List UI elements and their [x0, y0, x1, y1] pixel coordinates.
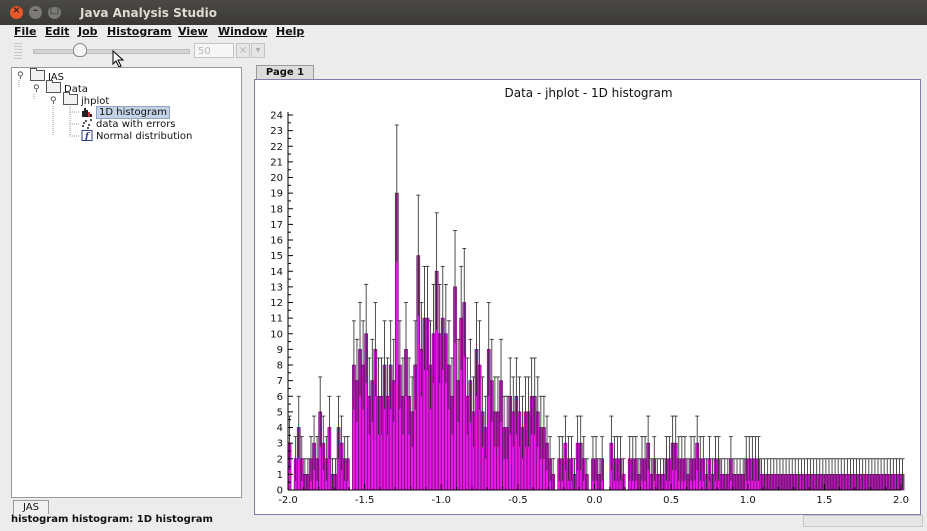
- y-tick-label: 14: [270, 267, 283, 278]
- x-tick-label: 0.5: [663, 495, 679, 506]
- y-tick-label: 6: [277, 392, 283, 403]
- y-tick-label: 18: [270, 204, 283, 215]
- close-window-button[interactable]: ×: [10, 5, 23, 19]
- tree-node-1d-histogram[interactable]: 1D histogram: [81, 106, 170, 119]
- tree-node-normal-distribution[interactable]: f Normal distribution: [81, 130, 192, 142]
- x-tick-label: 2.0: [893, 495, 909, 506]
- y-tick-label: 7: [277, 376, 283, 387]
- plot-frame: Data - jhplot - 1D histogram 01234567891…: [254, 79, 921, 515]
- y-tick-label: 16: [270, 236, 283, 247]
- expand-jas-icon[interactable]: ⚲: [17, 71, 24, 81]
- horizontal-scrollbar[interactable]: [803, 515, 923, 527]
- y-tick-label: 5: [277, 407, 283, 418]
- title-bar: × – □ Java Analysis Studio: [0, 0, 927, 25]
- window-title: Java Analysis Studio: [80, 6, 217, 20]
- histogram-icon: [82, 108, 92, 117]
- y-tick-label: 23: [270, 126, 283, 137]
- toolbar: 50 × ▾: [0, 41, 927, 63]
- y-tick-label: 15: [270, 251, 283, 262]
- y-tick-label: 8: [277, 361, 283, 372]
- x-tick-label: 1.0: [740, 495, 756, 506]
- folder-icon: [46, 80, 61, 93]
- x-tick-label: -0.5: [508, 495, 528, 506]
- menu-view[interactable]: View: [178, 25, 208, 38]
- x-tick-label: 1.5: [816, 495, 832, 506]
- y-tick-label: 1: [277, 470, 283, 481]
- folder-icon: [63, 92, 78, 105]
- menu-file[interactable]: File: [14, 25, 37, 38]
- menu-window[interactable]: Window: [218, 25, 267, 38]
- menu-help[interactable]: Help: [276, 25, 304, 38]
- x-tick-label: 0.0: [587, 495, 603, 506]
- x-tick-label: -2.0: [278, 495, 298, 506]
- menu-edit[interactable]: Edit: [45, 25, 69, 38]
- status-bar-text: histogram histogram: 1D histogram: [11, 514, 213, 525]
- y-tick-label: 11: [270, 314, 283, 325]
- y-tick-label: 9: [277, 345, 283, 356]
- maximize-icon: □: [49, 5, 60, 16]
- folder-icon: [30, 68, 45, 81]
- y-tick-label: 22: [270, 142, 283, 153]
- menu-bar: File Edit Job Histogram View Window Help: [0, 25, 927, 41]
- y-tick-label: 21: [270, 157, 283, 168]
- tree-node-data-with-errors[interactable]: data with errors: [81, 118, 176, 130]
- function-icon: f: [81, 130, 93, 141]
- menu-job[interactable]: Job: [78, 25, 98, 38]
- tree-panel: ⚲ JAS ⚲ Data ⚲ jhplot 1D histogram data …: [11, 67, 242, 498]
- y-tick-label: 2: [277, 454, 283, 465]
- minimize-window-button[interactable]: –: [29, 5, 42, 19]
- y-tick-label: 20: [270, 173, 283, 184]
- x-tick-label: -1.0: [431, 495, 451, 506]
- mouse-pointer-icon: [112, 50, 125, 68]
- y-tick-label: 12: [270, 298, 283, 309]
- y-tick-label: 3: [277, 439, 283, 450]
- toolbar-grip[interactable]: [14, 43, 22, 59]
- expand-jhplot-icon[interactable]: ⚲: [50, 96, 57, 106]
- dropdown-button[interactable]: ▾: [251, 43, 265, 58]
- maximize-window-button[interactable]: □: [48, 5, 61, 19]
- y-tick-label: 19: [270, 189, 283, 200]
- expand-data-icon[interactable]: ⚲: [33, 84, 40, 94]
- tab-jas[interactable]: JAS: [13, 500, 49, 514]
- histogram-chart: 0123456789101112131415161718192021222324…: [270, 111, 909, 507]
- tab-page-1[interactable]: Page 1: [256, 65, 314, 80]
- tree-node-jhplot[interactable]: jhplot: [63, 92, 109, 107]
- y-tick-label: 13: [270, 282, 283, 293]
- y-tick-label: 4: [277, 423, 283, 434]
- y-tick-label: 24: [270, 111, 283, 122]
- y-tick-label: 10: [270, 329, 283, 340]
- slider-value-field[interactable]: 50: [194, 43, 234, 58]
- slider-thumb[interactable]: [72, 43, 87, 57]
- x-tick-label: -1.5: [355, 495, 375, 506]
- scatter-icon: [82, 119, 92, 129]
- clear-button[interactable]: ×: [236, 43, 250, 58]
- menu-histogram[interactable]: Histogram: [107, 25, 172, 38]
- minimize-icon: –: [33, 5, 38, 16]
- y-tick-label: 17: [270, 220, 283, 231]
- close-icon: ×: [12, 5, 21, 16]
